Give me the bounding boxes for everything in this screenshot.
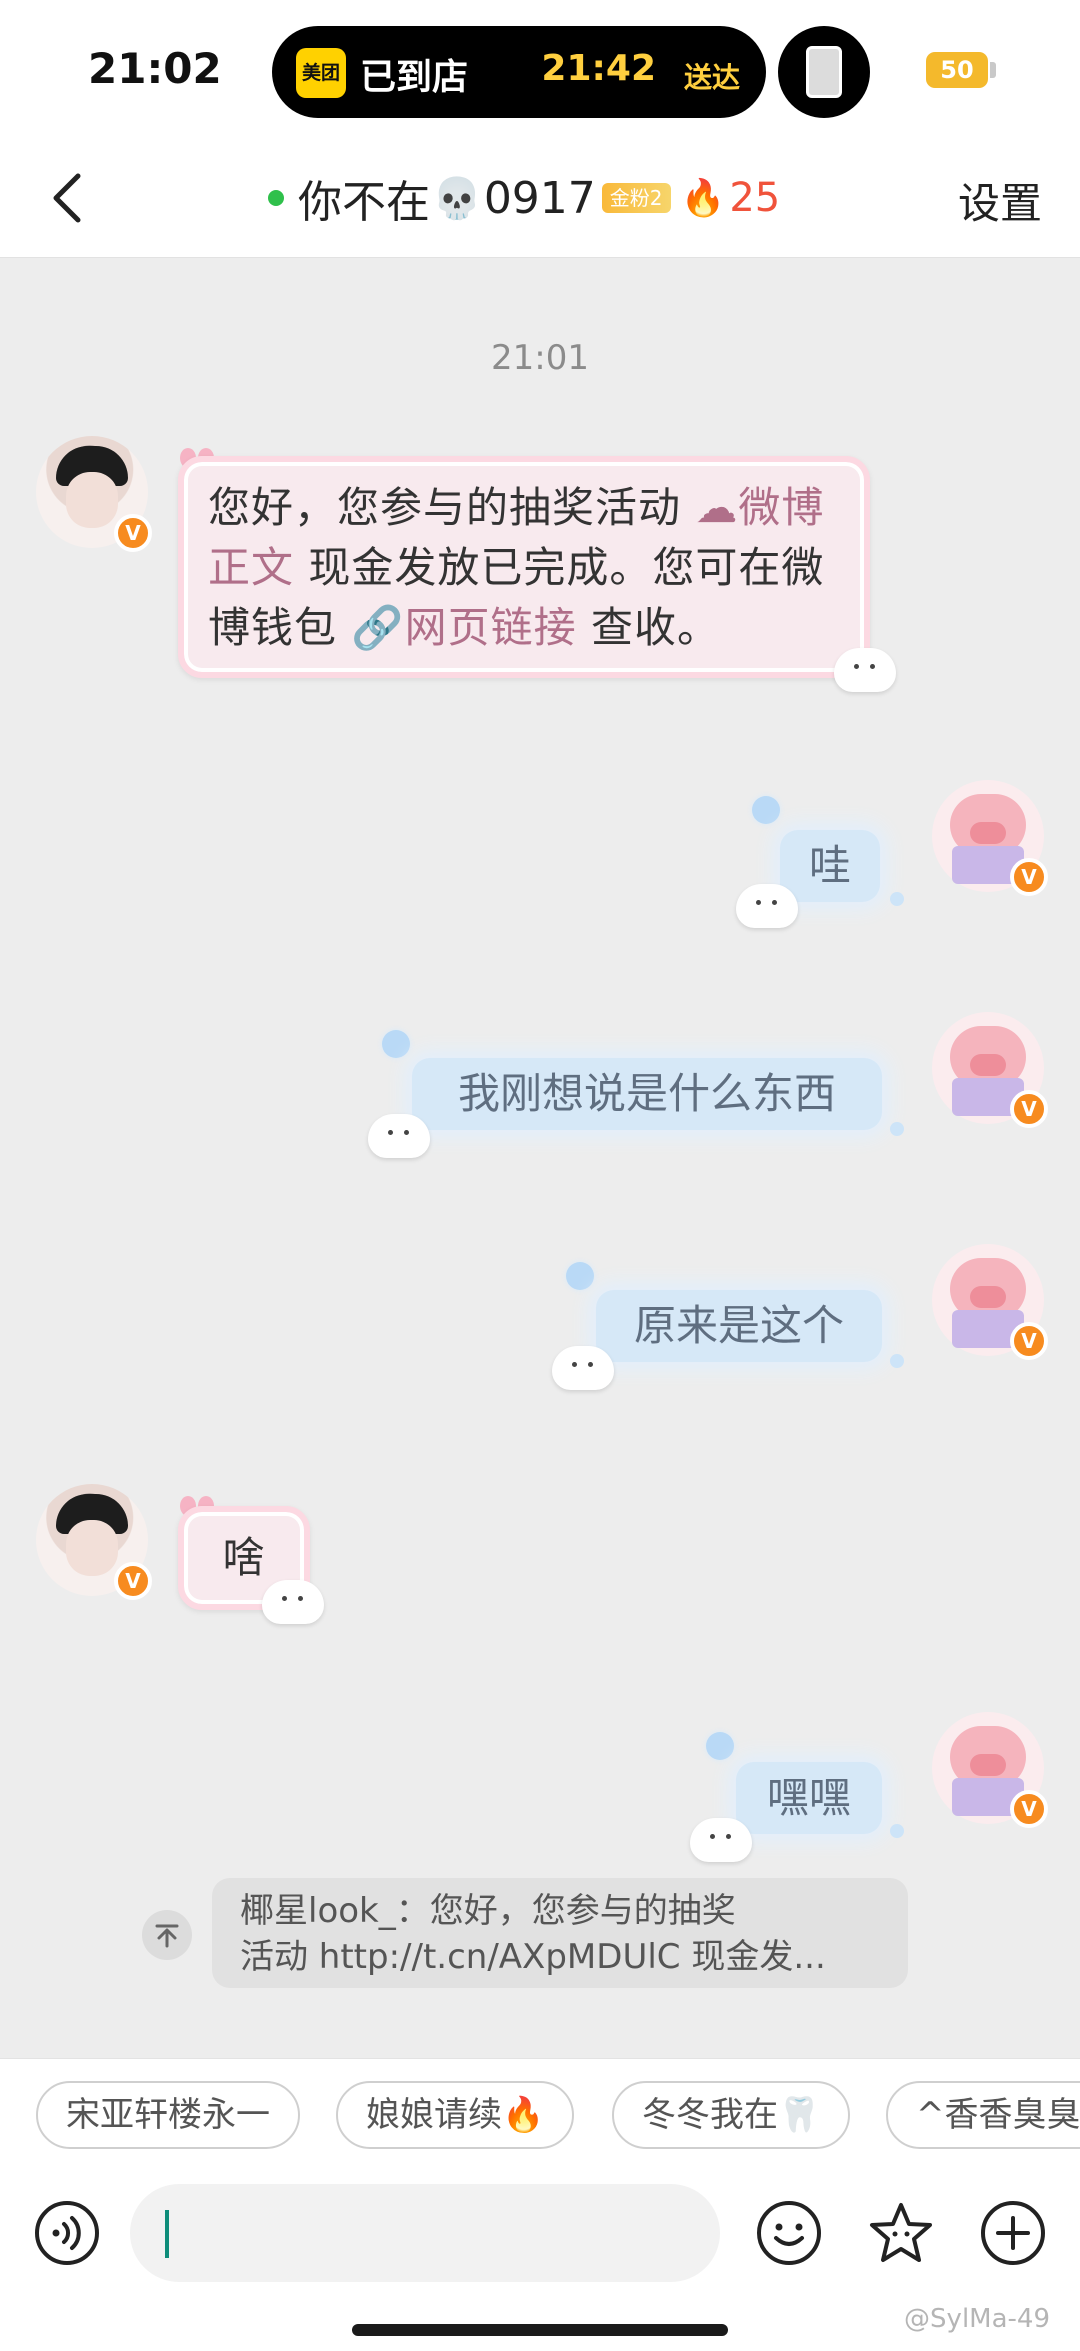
status-bar: 21:02 美团 已到店 21:42 送达 50 [0, 0, 1080, 140]
dynamic-island-delivery[interactable]: 美团 已到店 21:42 送达 [272, 26, 766, 118]
mascot-decoration-icon [834, 648, 896, 692]
star-decoration-icon [566, 1262, 594, 1290]
verified-badge-icon: V [1010, 858, 1048, 896]
message-bubble[interactable]: 您好，您参与的抽奖活动 ☁微博正文 现金发放已完成。您可在微博钱包 🔗网页链接 … [178, 456, 870, 678]
dynamic-island-secondary[interactable] [778, 26, 870, 118]
watermark-text: @SylMa-49 [904, 2304, 1050, 2334]
meituan-logo-icon: 美团 [296, 48, 346, 98]
my-avatar[interactable]: V [932, 780, 1048, 896]
online-status-dot [268, 190, 284, 206]
quick-reply-chip[interactable]: 宋亚轩楼永一 [36, 2081, 300, 2149]
intimacy-count: 25 [729, 175, 781, 221]
battery-icon: 50 [926, 52, 988, 88]
my-avatar[interactable]: V [932, 1244, 1048, 1360]
chat-header: 你不在 💀 0917 金粉2 🔥 25 设置 [0, 140, 1080, 258]
my-avatar[interactable]: V [932, 1012, 1048, 1128]
bubble-decoration-icon [890, 1122, 904, 1136]
add-more-icon[interactable] [980, 2200, 1046, 2266]
delivery-status: 已到店 [360, 57, 469, 98]
message-text: 您好，您参与的抽奖活动 ☁微博正文 现金发放已完成。您可在微博钱包 🔗网页链接 … [208, 483, 825, 652]
verified-badge-icon: V [1010, 1322, 1048, 1360]
message-bubble[interactable]: 原来是这个 [596, 1290, 882, 1362]
text-caret [165, 2210, 169, 2258]
settings-button[interactable]: 设置 [958, 170, 1042, 231]
contact-avatar[interactable]: V [36, 436, 152, 552]
fire-icon: 🔥 [680, 178, 726, 219]
battery-tip [990, 62, 996, 78]
message-bubble[interactable]: 哇 [780, 830, 880, 902]
quote-line-1: 椰星look_：您好，您参与的抽奖 [240, 1891, 736, 1931]
fan-level-badge: 金粉2 [601, 183, 671, 213]
sticker-star-icon[interactable] [866, 2200, 936, 2266]
message-bubble[interactable]: 我刚想说是什么东西 [412, 1058, 882, 1130]
contact-name-suffix: 0917 [483, 172, 596, 224]
message-timestamp: 21:01 [491, 338, 589, 378]
contact-name: 你不在 [298, 177, 430, 228]
message-input-bar: @SylMa-49 [0, 2166, 1080, 2351]
star-decoration-icon [382, 1030, 410, 1058]
bubble-decoration-icon [890, 1354, 904, 1368]
back-arrow-icon[interactable] [40, 168, 100, 228]
quick-reply-chip[interactable]: 冬冬我在🦷 [612, 2081, 851, 2149]
verified-badge-icon: V [1010, 1090, 1048, 1128]
my-avatar[interactable]: V [932, 1712, 1048, 1828]
bubble-decoration-icon [890, 892, 904, 906]
delivery-time: 21:42 [541, 48, 656, 89]
bubble-decoration-icon [890, 1824, 904, 1838]
scroll-to-quote-icon[interactable] [142, 1910, 192, 1960]
mascot-decoration-icon [736, 884, 798, 928]
mascot-decoration-icon [690, 1818, 752, 1862]
quick-reply-chip[interactable]: ^香香臭臭^ [886, 2081, 1080, 2149]
link-icon: 🔗 [351, 603, 405, 652]
voice-input-icon[interactable] [34, 2200, 100, 2266]
verified-badge-icon: V [114, 1562, 152, 1600]
home-indicator[interactable] [352, 2324, 728, 2336]
delivery-suffix: 送达 [683, 61, 740, 94]
chat-title[interactable]: 你不在 💀 0917 金粉2 🔥 25 [268, 168, 780, 228]
verified-badge-icon: V [114, 514, 152, 552]
quick-reply-bar: 宋亚轩楼永一 娘娘请续🔥 冬冬我在🦷 ^香香臭臭^ [0, 2058, 1080, 2166]
quoted-message-preview[interactable]: 椰星look_：您好，您参与的抽奖 活动 http://t.cn/AXpMDUl… [212, 1878, 908, 1988]
star-decoration-icon [752, 796, 780, 824]
quick-reply-chip[interactable]: 娘娘请续🔥 [336, 2081, 575, 2149]
contact-avatar[interactable]: V [36, 1484, 152, 1600]
mascot-decoration-icon [552, 1346, 614, 1390]
quote-line-2: 活动 http://t.cn/AXpMDUlC 现金发... [240, 1937, 826, 1977]
mascot-decoration-icon [368, 1114, 430, 1158]
message-bubble[interactable]: 嘿嘿 [736, 1762, 882, 1834]
skull-icon: 💀 [432, 175, 482, 222]
verified-badge-icon: V [1010, 1790, 1048, 1828]
web-page-link[interactable]: 🔗网页链接 [351, 603, 576, 652]
cloud-icon: ☁ [695, 483, 739, 532]
message-text: 啥 [222, 1533, 266, 1582]
star-decoration-icon [706, 1732, 734, 1760]
mascot-decoration-icon [262, 1580, 324, 1624]
message-input[interactable] [130, 2184, 720, 2282]
emoji-icon[interactable] [756, 2200, 822, 2266]
status-time: 21:02 [88, 44, 222, 93]
phone-icon [806, 46, 842, 98]
